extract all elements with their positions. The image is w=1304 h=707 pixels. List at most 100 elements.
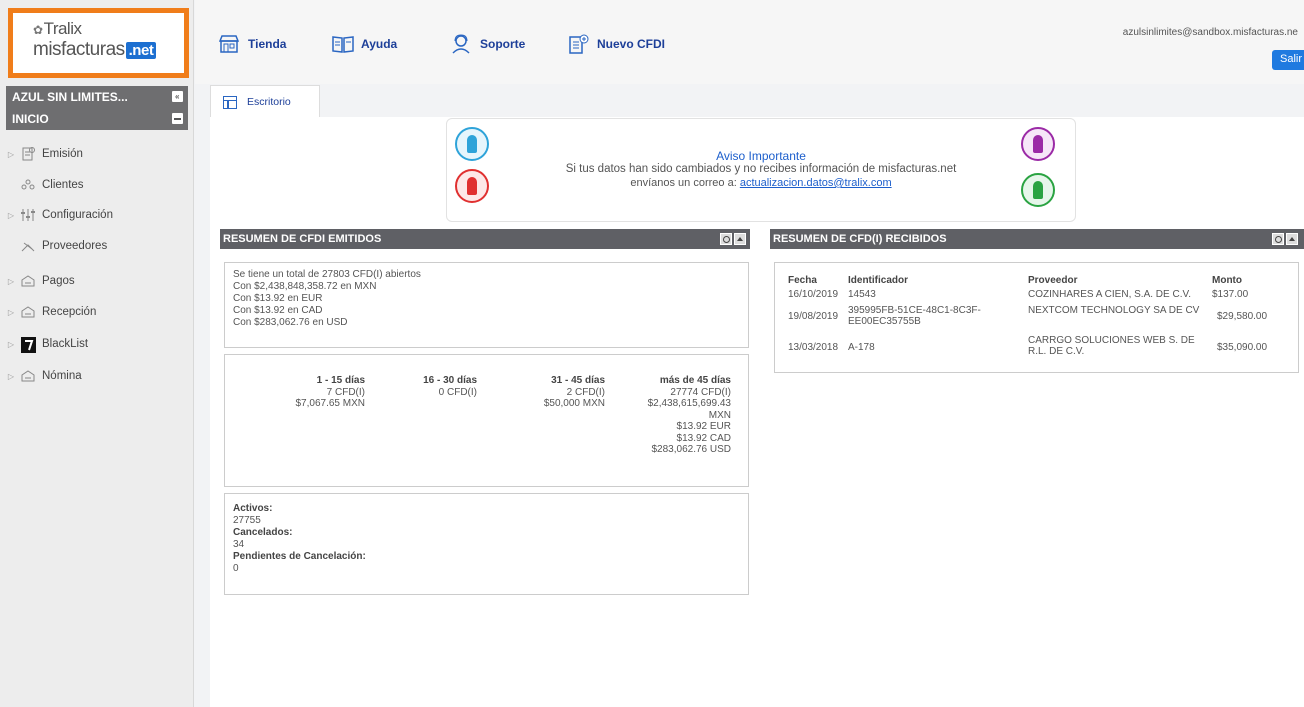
table-cell-proveedor: CARRGO SOLUCIONES WEB S. DE R.L. DE C.V. [1028, 335, 1195, 357]
tab-label: Escritorio [247, 96, 291, 108]
nav-label: Nuevo CFDI [597, 37, 666, 51]
nav-ayuda[interactable]: Ayuda [332, 34, 397, 54]
panel-title: RESUMEN DE CFDI EMITIDOS [223, 233, 382, 245]
aging-value: $283,062.76 USD [651, 444, 731, 455]
clients-icon [20, 178, 36, 192]
refresh-icon[interactable] [720, 233, 732, 245]
sidebar-item-blacklist[interactable]: ▷ BlackList [6, 331, 188, 357]
aging-col-16-30: 16 - 30 días 0 CFD(I) [385, 375, 477, 398]
notice-email-link[interactable]: actualizacion.datos@tralix.com [740, 177, 892, 189]
status-label: Pendientes de Cancelación: [233, 551, 366, 562]
aging-label: 31 - 45 días [551, 375, 605, 386]
column-header-identificador: Identificador [848, 275, 909, 286]
aging-value: 2 CFD(I) [566, 386, 605, 398]
status-label: Activos: [233, 503, 273, 514]
sidebar-item-configuracion[interactable]: ▷ Configuración [6, 202, 188, 228]
help-book-icon [332, 34, 354, 54]
collapse-sidebar-icon[interactable]: « [172, 91, 183, 102]
aging-col-31-45: 31 - 45 días 2 CFD(I) $50,000 MXN [515, 375, 605, 410]
user-email: azulsinlimites@sandbox.misfacturas.ne [1122, 27, 1298, 38]
collapse-panel-icon[interactable] [1286, 233, 1298, 245]
notice-banner: Aviso Importante Si tus datos han sido c… [446, 118, 1076, 222]
tralix-gear-icon: ✿ [33, 23, 43, 37]
logo-brand: Tralix [43, 19, 82, 38]
sidebar-item-clientes[interactable]: Clientes [6, 172, 188, 198]
suppliers-icon [20, 239, 36, 253]
status-value: 34 [233, 539, 245, 550]
summary-line: Con $13.92 en EUR [233, 293, 323, 304]
sidebar-item-label: Nómina [42, 370, 82, 382]
logo[interactable]: ✿Tralix misfacturas .net [8, 8, 189, 78]
summary-line: Con $283,062.76 en USD [233, 317, 348, 328]
table-cell-monto: $137.00 [1212, 289, 1249, 300]
sidebar-item-label: Configuración [42, 209, 113, 221]
section-label: INICIO [12, 112, 49, 126]
aging-value: $7,067.65 MXN [295, 398, 366, 409]
section-header-inicio[interactable]: INICIO [6, 108, 188, 130]
status-label: Cancelados: [233, 527, 293, 538]
expand-arrow-icon: ▷ [7, 371, 15, 381]
table-cell-fecha: 19/08/2019 [788, 311, 839, 322]
table-cell-id[interactable]: A-178 [848, 342, 875, 353]
notice-contact-prefix: envíanos un correo a: [630, 177, 737, 189]
dashboard-icon [223, 95, 237, 109]
sidebar-item-label: Proveedores [42, 240, 108, 252]
store-icon [218, 34, 240, 54]
blacklist-icon [20, 337, 36, 353]
tab-escritorio[interactable]: Escritorio [210, 85, 320, 118]
sidebar-item-emision[interactable]: ▷ Emisión [6, 141, 188, 167]
nav-label: Ayuda [361, 37, 398, 51]
table-cell-id[interactable]: 14543 [848, 289, 876, 300]
aging-value: $13.92 CAD [676, 432, 731, 444]
notice-title: Aviso Importante [716, 149, 806, 163]
sidebar-item-label: Emisión [42, 148, 83, 160]
emitidos-status: Activos: 27755 Cancelados: 34 Pendientes… [224, 493, 749, 595]
nav-soporte[interactable]: Soporte [451, 34, 525, 54]
sidebar-item-pagos[interactable]: ▷ Pagos [6, 268, 188, 294]
nav-tienda[interactable]: Tienda [218, 34, 287, 54]
settings-sliders-icon [20, 208, 36, 222]
refresh-icon[interactable] [1272, 233, 1284, 245]
account-header[interactable]: AZUL SIN LIMITES... « [6, 86, 188, 108]
summary-line: Con $2,438,848,358.72 en MXN [233, 281, 377, 292]
sidebar-item-proveedores[interactable]: Proveedores [6, 233, 188, 259]
payments-icon [20, 274, 36, 288]
aging-label: más de 45 días [659, 375, 731, 386]
emitidos-summary: Se tiene un total de 27803 CFD(I) abiert… [224, 262, 749, 348]
recibidos-panel-header: RESUMEN DE CFD(I) RECIBIDOS [770, 229, 1304, 249]
summary-line: Se tiene un total de 27803 CFD(I) abiert… [233, 269, 421, 280]
nav-label: Tienda [248, 37, 287, 51]
recibidos-table: Fecha Identificador Proveedor Monto 16/1… [774, 262, 1299, 373]
sidebar: ✿Tralix misfacturas .net AZUL SIN LIMITES… [0, 0, 194, 707]
aging-value: 0 CFD(I) [438, 386, 477, 398]
sidebar-item-nomina[interactable]: ▷ Nómina [6, 363, 188, 389]
expand-arrow-icon: ▷ [7, 149, 15, 159]
collapse-panel-icon[interactable] [734, 233, 746, 245]
expand-arrow-icon: ▷ [7, 210, 15, 220]
aging-value: $50,000 MXN [543, 398, 605, 409]
support-agent-icon [451, 34, 471, 54]
collapse-section-icon[interactable] [172, 113, 183, 124]
table-cell-id[interactable]: 395995FB-51CE-48C1-8C3F-EE00EC35755B [848, 305, 1018, 327]
sidebar-item-label: Recepción [42, 306, 97, 318]
sidebar-item-recepcion[interactable]: ▷ Recepción [6, 299, 188, 325]
nav-nuevo-cfdi[interactable]: Nuevo CFDI [568, 34, 665, 54]
aging-value: $13.92 EUR [676, 421, 731, 432]
payroll-icon [20, 369, 36, 383]
aging-value: 27774 CFD(I) [670, 386, 731, 398]
table-cell-fecha: 16/10/2019 [788, 289, 839, 300]
expand-arrow-icon: ▷ [7, 276, 15, 286]
table-cell-proveedor: COZINHARES A CIEN, S.A. DE C.V. [1028, 289, 1192, 300]
panel-title: RESUMEN DE CFD(I) RECIBIDOS [773, 233, 947, 245]
aging-value: MXN [708, 409, 731, 421]
logout-button[interactable]: Salir [1272, 50, 1304, 70]
column-header-monto: Monto [1212, 275, 1242, 286]
invoice-icon [20, 147, 36, 161]
sidebar-item-label: BlackList [42, 338, 89, 350]
logo-tld: .net [125, 42, 157, 59]
table-cell-fecha: 13/03/2018 [788, 342, 839, 353]
emitidos-aging: 1 - 15 días 7 CFD(I) $7,067.65 MXN 16 - … [224, 354, 749, 487]
account-name: AZUL SIN LIMITES... [12, 90, 128, 104]
expand-arrow-icon: ▷ [7, 307, 15, 317]
aging-value: $2,438,615,699.43 [647, 398, 731, 409]
